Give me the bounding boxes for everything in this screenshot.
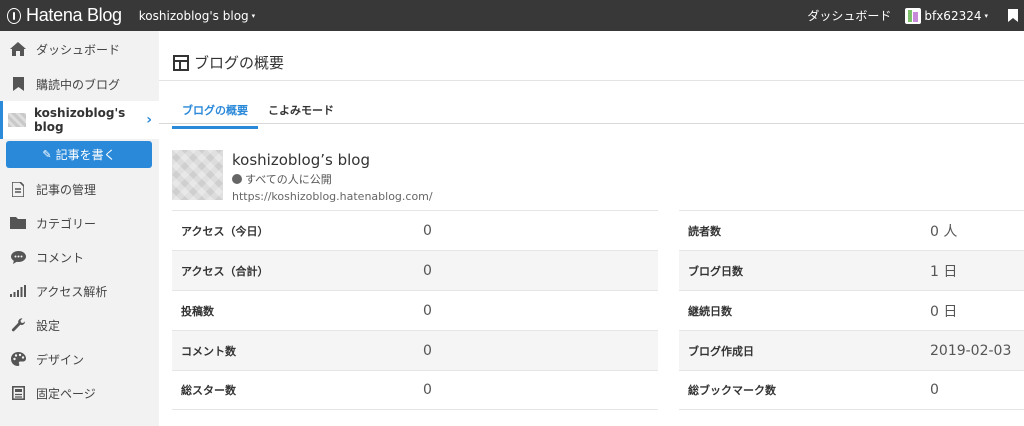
table-row: 投稿数 0 bbox=[172, 290, 658, 330]
stats-table-left: アクセス（今日） 0 アクセス（合計） 0 投稿数 0 コメント数 0 総スター… bbox=[172, 210, 658, 410]
bar-chart-icon bbox=[8, 283, 28, 299]
sidebar-item-label: ダッシュボード bbox=[36, 42, 121, 57]
stat-label: ブログ作成日 bbox=[688, 344, 754, 358]
divider bbox=[159, 80, 1024, 81]
stat-value: 0 bbox=[423, 302, 432, 319]
sidebar: ダッシュボード 購読中のブログ koshizoblog's blog › ✎ 記… bbox=[0, 31, 159, 426]
page-icon bbox=[8, 385, 28, 401]
stat-label: 総スター数 bbox=[181, 384, 236, 397]
visibility-label: すべての人に公開 bbox=[245, 173, 332, 186]
page-header: ブログの概要 bbox=[173, 52, 284, 73]
sidebar-item-label: カテゴリー bbox=[36, 216, 97, 231]
table-row: 継続日数 0 日 bbox=[679, 290, 1024, 330]
home-icon bbox=[8, 41, 28, 57]
tab-calendar-mode[interactable]: こよみモード bbox=[258, 96, 344, 129]
stat-value: 0 日 bbox=[930, 303, 958, 320]
sidebar-item-settings[interactable]: 設定 bbox=[0, 308, 159, 342]
table-row: 総スター数 0 bbox=[172, 370, 658, 410]
hatena-blog-logo[interactable]: Hatena Blog bbox=[7, 5, 122, 26]
stat-value: 1 日 bbox=[930, 263, 958, 280]
stat-label: 投稿数 bbox=[181, 304, 214, 318]
table-row: ブログ作成日 2019-02-03 bbox=[679, 330, 1024, 370]
sidebar-item-dashboard[interactable]: ダッシュボード bbox=[0, 31, 159, 67]
stat-value: 0 bbox=[930, 382, 939, 398]
blog-url[interactable]: https://koshizoblog.hatenablog.com/ bbox=[232, 190, 433, 203]
tab-bar: ブログの概要 こよみモード bbox=[172, 96, 344, 129]
document-icon bbox=[8, 181, 28, 197]
sidebar-item-label: 固定ページ bbox=[36, 386, 96, 401]
stat-label: ブログ日数 bbox=[688, 264, 743, 278]
logo-text: Hatena Blog bbox=[26, 5, 122, 25]
stat-value: 0 bbox=[423, 382, 432, 398]
chevron-right-icon: › bbox=[146, 112, 152, 128]
stat-label: アクセス（合計） bbox=[181, 264, 269, 278]
sidebar-item-label: 購読中のブログ bbox=[36, 77, 121, 92]
stat-label: 総ブックマーク数 bbox=[688, 384, 776, 397]
stat-label: 読者数 bbox=[688, 224, 721, 238]
sidebar-item-label: koshizoblog's blog bbox=[34, 106, 126, 134]
visibility-status: すべての人に公開 bbox=[232, 171, 433, 187]
blog-summary-card: koshizoblog’s blog すべての人に公開 https://kosh… bbox=[172, 150, 433, 203]
palette-icon bbox=[8, 351, 28, 367]
table-row: コメント数 0 bbox=[172, 330, 658, 370]
blog-switcher[interactable]: koshizoblog's blog ▾ bbox=[139, 9, 255, 23]
layout-icon bbox=[173, 54, 189, 71]
edit-icon: ✎ bbox=[42, 148, 52, 161]
wrench-icon bbox=[8, 317, 28, 333]
table-row: アクセス（今日） 0 bbox=[172, 210, 658, 250]
caret-down-icon: ▾ bbox=[984, 11, 988, 20]
blog-switcher-label: koshizoblog's blog bbox=[138, 8, 249, 23]
sidebar-item-label: 記事の管理 bbox=[36, 182, 97, 197]
hatena-logo-icon bbox=[7, 7, 21, 24]
sidebar-item-label: デザイン bbox=[36, 352, 85, 367]
sidebar-item-comments[interactable]: コメント bbox=[0, 240, 159, 274]
top-bar: Hatena Blog koshizoblog's blog ▾ ダッシュボード… bbox=[0, 0, 1024, 31]
stat-value: 0 bbox=[423, 262, 432, 279]
main-content: ブログの概要 ブログの概要 こよみモード koshizoblog’s blog … bbox=[159, 31, 1024, 426]
tab-overview[interactable]: ブログの概要 bbox=[172, 96, 258, 129]
table-row: アクセス（合計） 0 bbox=[172, 250, 658, 290]
globe-icon bbox=[232, 174, 242, 184]
sidebar-item-design[interactable]: デザイン bbox=[0, 342, 159, 376]
sidebar-item-subscriptions[interactable]: 購読中のブログ bbox=[0, 67, 159, 101]
write-article-label: 記事を書く bbox=[55, 148, 116, 162]
stat-value: 0 人 bbox=[930, 223, 958, 240]
stat-value: 0 bbox=[423, 222, 432, 239]
stat-label: 継続日数 bbox=[688, 304, 732, 318]
folder-icon bbox=[8, 215, 28, 231]
sidebar-item-categories[interactable]: カテゴリー bbox=[0, 206, 159, 240]
bookmark-icon[interactable] bbox=[1008, 9, 1018, 22]
dashboard-link[interactable]: ダッシュボード bbox=[807, 7, 891, 24]
stat-label: アクセス（今日） bbox=[181, 224, 269, 238]
table-row: 読者数 0 人 bbox=[679, 210, 1024, 250]
stat-value: 0 bbox=[423, 342, 432, 359]
avatar bbox=[905, 7, 922, 24]
blog-name[interactable]: koshizoblog’s blog bbox=[232, 151, 433, 169]
divider bbox=[159, 123, 1024, 124]
page-title: ブログの概要 bbox=[194, 54, 285, 72]
write-article-button[interactable]: ✎ 記事を書く bbox=[6, 141, 152, 168]
sidebar-item-analytics[interactable]: アクセス解析 bbox=[0, 274, 159, 308]
blog-thumbnail[interactable] bbox=[172, 150, 223, 200]
caret-down-icon: ▾ bbox=[251, 11, 256, 20]
username: bfx62324 bbox=[924, 8, 982, 23]
comment-icon bbox=[8, 249, 28, 265]
blog-thumbnail bbox=[8, 112, 26, 128]
stat-value: 2019-02-03 bbox=[930, 342, 1012, 359]
sidebar-item-label: 設定 bbox=[36, 318, 61, 333]
sidebar-item-articles[interactable]: 記事の管理 bbox=[0, 172, 159, 206]
sidebar-item-fixed-pages[interactable]: 固定ページ bbox=[0, 376, 159, 410]
bookmark-icon bbox=[8, 76, 28, 92]
table-row: 総ブックマーク数 0 bbox=[679, 370, 1024, 410]
sidebar-item-current-blog[interactable]: koshizoblog's blog › bbox=[0, 101, 159, 139]
sidebar-item-label: コメント bbox=[36, 250, 85, 265]
sidebar-item-label: アクセス解析 bbox=[36, 284, 108, 299]
user-menu[interactable]: bfx62324 ▾ bbox=[905, 7, 988, 24]
stat-label: コメント数 bbox=[181, 344, 236, 358]
stats-table-right: 読者数 0 人 ブログ日数 1 日 継続日数 0 日 ブログ作成日 2019-0… bbox=[679, 210, 1024, 410]
table-row: ブログ日数 1 日 bbox=[679, 250, 1024, 290]
